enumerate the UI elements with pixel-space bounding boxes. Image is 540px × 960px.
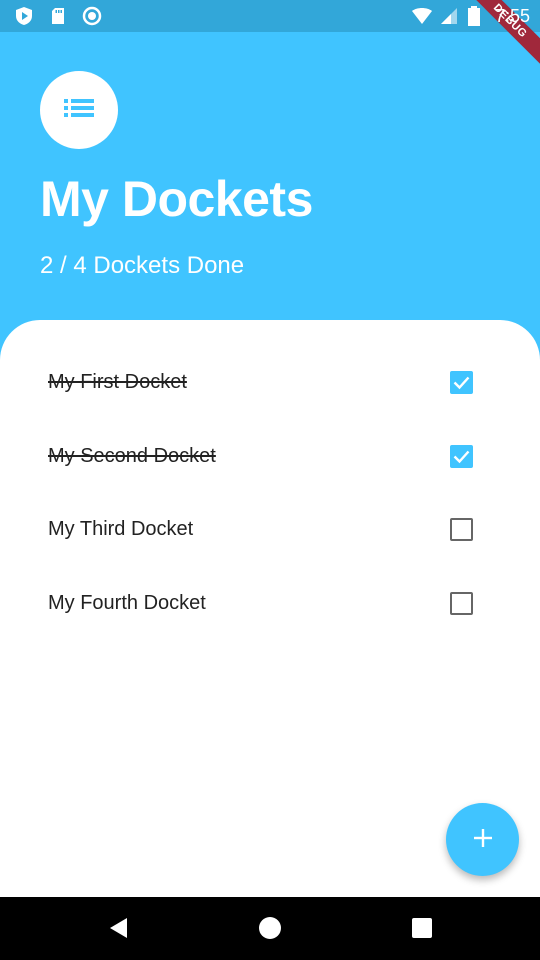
header-avatar — [40, 71, 118, 149]
docket-list: My First Docket My Second Docket My Thir… — [0, 346, 540, 640]
docket-checkbox[interactable] — [450, 444, 473, 468]
page-subtitle: 2 / 4 Dockets Done — [40, 252, 245, 279]
docket-label: My Third Docket — [48, 518, 194, 541]
docket-label: My Fourth Docket — [48, 591, 206, 614]
battery-icon — [467, 6, 487, 26]
docket-label: My First Docket — [48, 371, 187, 394]
list-item[interactable]: My Fourth Docket — [0, 567, 540, 641]
wifi-icon — [411, 6, 432, 26]
plus-icon — [471, 826, 495, 854]
home-icon[interactable] — [257, 915, 283, 941]
signal-icon — [439, 6, 459, 26]
back-icon[interactable] — [105, 915, 131, 941]
sync-icon — [82, 6, 102, 26]
check-icon — [453, 376, 470, 390]
list-icon — [61, 90, 97, 130]
system-nav-bar — [0, 897, 540, 960]
play-protect-icon — [14, 6, 34, 26]
sd-card-icon — [48, 6, 68, 26]
list-item[interactable]: My Second Docket — [0, 420, 540, 494]
docket-checkbox[interactable] — [450, 371, 473, 395]
list-item[interactable]: My Third Docket — [0, 493, 540, 567]
check-icon — [453, 450, 470, 463]
docket-checkbox[interactable] — [450, 518, 473, 542]
recents-icon[interactable] — [409, 915, 435, 941]
status-bar: 7:55 — [0, 0, 540, 32]
header: My Dockets 2 / 4 Dockets Done — [0, 32, 540, 332]
list-item[interactable]: My First Docket — [0, 346, 540, 420]
status-time: 7:55 — [494, 6, 530, 26]
page-title: My Dockets — [40, 171, 313, 227]
docket-checkbox[interactable] — [450, 591, 473, 615]
add-docket-button[interactable] — [446, 803, 519, 876]
docket-label: My Second Docket — [48, 444, 216, 467]
